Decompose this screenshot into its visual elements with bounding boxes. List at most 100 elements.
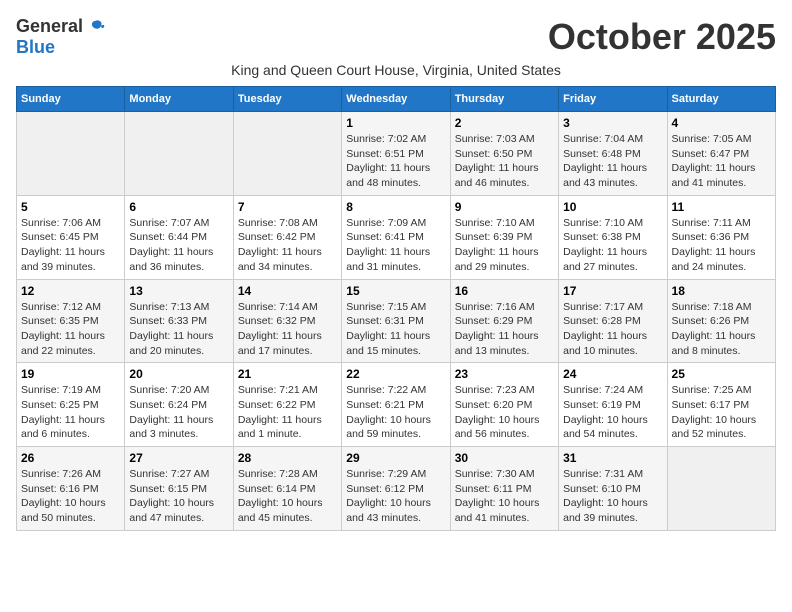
day-info: Sunrise: 7:03 AMSunset: 6:50 PMDaylight:… — [455, 132, 554, 191]
day-info: Sunrise: 7:06 AMSunset: 6:45 PMDaylight:… — [21, 216, 120, 275]
day-number: 14 — [238, 284, 337, 298]
logo-bird-icon — [85, 17, 105, 37]
day-number: 17 — [563, 284, 662, 298]
day-info: Sunrise: 7:28 AMSunset: 6:14 PMDaylight:… — [238, 467, 337, 526]
day-number: 18 — [672, 284, 771, 298]
calendar-week-row: 19 Sunrise: 7:19 AMSunset: 6:25 PMDayligh… — [17, 363, 776, 447]
day-number: 21 — [238, 367, 337, 381]
day-info: Sunrise: 7:30 AMSunset: 6:11 PMDaylight:… — [455, 467, 554, 526]
calendar-cell: 20 Sunrise: 7:20 AMSunset: 6:24 PMDayligh… — [125, 363, 233, 447]
calendar-cell — [125, 112, 233, 196]
weekday-header-tuesday: Tuesday — [233, 87, 341, 112]
calendar-cell: 26 Sunrise: 7:26 AMSunset: 6:16 PMDayligh… — [17, 447, 125, 531]
day-info: Sunrise: 7:04 AMSunset: 6:48 PMDaylight:… — [563, 132, 662, 191]
calendar-week-row: 26 Sunrise: 7:26 AMSunset: 6:16 PMDayligh… — [17, 447, 776, 531]
weekday-header-friday: Friday — [559, 87, 667, 112]
day-info: Sunrise: 7:02 AMSunset: 6:51 PMDaylight:… — [346, 132, 445, 191]
weekday-header-thursday: Thursday — [450, 87, 558, 112]
day-number: 24 — [563, 367, 662, 381]
calendar-cell: 18 Sunrise: 7:18 AMSunset: 6:26 PMDayligh… — [667, 279, 775, 363]
day-number: 9 — [455, 200, 554, 214]
day-number: 31 — [563, 451, 662, 465]
day-info: Sunrise: 7:11 AMSunset: 6:36 PMDaylight:… — [672, 216, 771, 275]
calendar-cell: 5 Sunrise: 7:06 AMSunset: 6:45 PMDaylight… — [17, 195, 125, 279]
day-number: 26 — [21, 451, 120, 465]
day-number: 13 — [129, 284, 228, 298]
day-number: 5 — [21, 200, 120, 214]
calendar-cell: 13Sunrise: 7:13 AMSunset: 6:33 PMDayligh… — [125, 279, 233, 363]
calendar-cell: 11 Sunrise: 7:11 AMSunset: 6:36 PMDayligh… — [667, 195, 775, 279]
day-info: Sunrise: 7:14 AMSunset: 6:32 PMDaylight:… — [238, 300, 337, 359]
day-info: Sunrise: 7:10 AMSunset: 6:38 PMDaylight:… — [563, 216, 662, 275]
day-info: Sunrise: 7:08 AMSunset: 6:42 PMDaylight:… — [238, 216, 337, 275]
calendar-cell: 21 Sunrise: 7:21 AMSunset: 6:22 PMDayligh… — [233, 363, 341, 447]
day-number: 20 — [129, 367, 228, 381]
day-info: Sunrise: 7:19 AMSunset: 6:25 PMDaylight:… — [21, 383, 120, 442]
logo: General Blue — [16, 16, 105, 58]
calendar-cell: 28Sunrise: 7:28 AMSunset: 6:14 PMDayligh… — [233, 447, 341, 531]
weekday-header-row: SundayMondayTuesdayWednesdayThursdayFrid… — [17, 87, 776, 112]
day-info: Sunrise: 7:18 AMSunset: 6:26 PMDaylight:… — [672, 300, 771, 359]
day-info: Sunrise: 7:21 AMSunset: 6:22 PMDaylight:… — [238, 383, 337, 442]
day-info: Sunrise: 7:09 AMSunset: 6:41 PMDaylight:… — [346, 216, 445, 275]
calendar-table: SundayMondayTuesdayWednesdayThursdayFrid… — [16, 86, 776, 531]
day-number: 11 — [672, 200, 771, 214]
day-info: Sunrise: 7:07 AMSunset: 6:44 PMDaylight:… — [129, 216, 228, 275]
day-number: 12 — [21, 284, 120, 298]
calendar-cell: 29 Sunrise: 7:29 AMSunset: 6:12 PMDayligh… — [342, 447, 450, 531]
calendar-cell — [667, 447, 775, 531]
day-info: Sunrise: 7:22 AMSunset: 6:21 PMDaylight:… — [346, 383, 445, 442]
day-number: 15 — [346, 284, 445, 298]
day-info: Sunrise: 7:27 AMSunset: 6:15 PMDaylight:… — [129, 467, 228, 526]
day-number: 4 — [672, 116, 771, 130]
calendar-week-row: 1 Sunrise: 7:02 AMSunset: 6:51 PMDaylight… — [17, 112, 776, 196]
day-number: 16 — [455, 284, 554, 298]
day-info: Sunrise: 7:23 AMSunset: 6:20 PMDaylight:… — [455, 383, 554, 442]
day-info: Sunrise: 7:10 AMSunset: 6:39 PMDaylight:… — [455, 216, 554, 275]
day-info: Sunrise: 7:31 AMSunset: 6:10 PMDaylight:… — [563, 467, 662, 526]
calendar-cell: 14 Sunrise: 7:14 AMSunset: 6:32 PMDayligh… — [233, 279, 341, 363]
day-number: 3 — [563, 116, 662, 130]
calendar-subtitle: King and Queen Court House, Virginia, Un… — [16, 62, 776, 78]
calendar-cell: 23 Sunrise: 7:23 AMSunset: 6:20 PMDayligh… — [450, 363, 558, 447]
day-number: 29 — [346, 451, 445, 465]
calendar-cell: 27 Sunrise: 7:27 AMSunset: 6:15 PMDayligh… — [125, 447, 233, 531]
weekday-header-sunday: Sunday — [17, 87, 125, 112]
calendar-cell: 16Sunrise: 7:16 AMSunset: 6:29 PMDayligh… — [450, 279, 558, 363]
day-number: 10 — [563, 200, 662, 214]
day-number: 8 — [346, 200, 445, 214]
calendar-cell: 30Sunrise: 7:30 AMSunset: 6:11 PMDayligh… — [450, 447, 558, 531]
day-info: Sunrise: 7:24 AMSunset: 6:19 PMDaylight:… — [563, 383, 662, 442]
calendar-cell: 2 Sunrise: 7:03 AMSunset: 6:50 PMDaylight… — [450, 112, 558, 196]
month-title: October 2025 — [548, 16, 776, 58]
day-info: Sunrise: 7:20 AMSunset: 6:24 PMDaylight:… — [129, 383, 228, 442]
day-number: 7 — [238, 200, 337, 214]
calendar-cell: 19 Sunrise: 7:19 AMSunset: 6:25 PMDayligh… — [17, 363, 125, 447]
calendar-cell: 6 Sunrise: 7:07 AMSunset: 6:44 PMDaylight… — [125, 195, 233, 279]
day-number: 22 — [346, 367, 445, 381]
day-number: 2 — [455, 116, 554, 130]
calendar-cell — [17, 112, 125, 196]
day-info: Sunrise: 7:26 AMSunset: 6:16 PMDaylight:… — [21, 467, 120, 526]
day-number: 19 — [21, 367, 120, 381]
calendar-cell: 4 Sunrise: 7:05 AMSunset: 6:47 PMDaylight… — [667, 112, 775, 196]
calendar-cell: 31 Sunrise: 7:31 AMSunset: 6:10 PMDayligh… — [559, 447, 667, 531]
weekday-header-saturday: Saturday — [667, 87, 775, 112]
day-number: 1 — [346, 116, 445, 130]
day-info: Sunrise: 7:17 AMSunset: 6:28 PMDaylight:… — [563, 300, 662, 359]
calendar-cell: 22 Sunrise: 7:22 AMSunset: 6:21 PMDayligh… — [342, 363, 450, 447]
day-info: Sunrise: 7:29 AMSunset: 6:12 PMDaylight:… — [346, 467, 445, 526]
calendar-cell: 10 Sunrise: 7:10 AMSunset: 6:38 PMDayligh… — [559, 195, 667, 279]
header: General Blue October 2025 — [16, 16, 776, 58]
day-number: 6 — [129, 200, 228, 214]
calendar-cell — [233, 112, 341, 196]
calendar-cell: 9 Sunrise: 7:10 AMSunset: 6:39 PMDaylight… — [450, 195, 558, 279]
day-number: 27 — [129, 451, 228, 465]
day-number: 23 — [455, 367, 554, 381]
day-info: Sunrise: 7:05 AMSunset: 6:47 PMDaylight:… — [672, 132, 771, 191]
calendar-cell: 15Sunrise: 7:15 AMSunset: 6:31 PMDayligh… — [342, 279, 450, 363]
calendar-week-row: 5 Sunrise: 7:06 AMSunset: 6:45 PMDaylight… — [17, 195, 776, 279]
calendar-cell: 12Sunrise: 7:12 AMSunset: 6:35 PMDayligh… — [17, 279, 125, 363]
day-number: 25 — [672, 367, 771, 381]
calendar-cell: 3 Sunrise: 7:04 AMSunset: 6:48 PMDaylight… — [559, 112, 667, 196]
